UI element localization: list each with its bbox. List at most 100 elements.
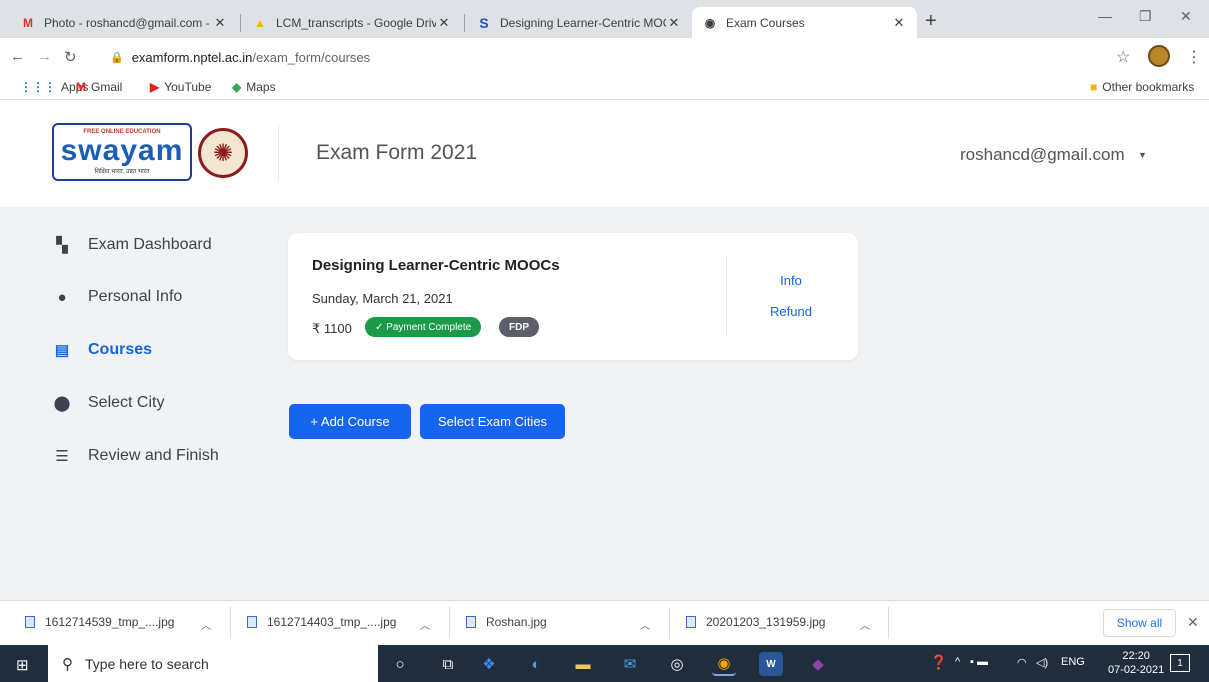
minimize-icon[interactable]: — bbox=[1098, 8, 1112, 24]
bookmark-label: Gmail bbox=[91, 80, 123, 94]
tray-apps-icon[interactable]: ▪ ▬ bbox=[970, 656, 988, 668]
google-drive-icon: ▲ bbox=[254, 15, 266, 30]
sidebar-item-label: Exam Dashboard bbox=[88, 236, 212, 253]
tab-exam-courses[interactable]: ◉ Exam Courses ✕ bbox=[692, 7, 917, 38]
app-icon[interactable]: ◎ bbox=[665, 652, 689, 676]
chevron-up-icon[interactable]: ︿ bbox=[860, 617, 870, 632]
download-filename: 1612714403_tmp_....jpg bbox=[267, 615, 397, 629]
task-view-icon[interactable]: ⧉ bbox=[436, 652, 460, 676]
other-bookmarks[interactable]: ■ Other bookmarks bbox=[1090, 80, 1194, 94]
caret-down-icon[interactable]: ▼ bbox=[1138, 150, 1147, 160]
sidebar-item-select-city[interactable]: ⬤ Select City bbox=[52, 393, 165, 413]
cortana-icon[interactable]: ○ bbox=[388, 652, 412, 676]
folder-icon: ■ bbox=[1090, 80, 1098, 94]
restore-icon[interactable]: ❐ bbox=[1139, 8, 1152, 25]
window-close-icon[interactable]: ✕ bbox=[1180, 8, 1192, 25]
refund-link[interactable]: Refund bbox=[751, 304, 831, 319]
edge-icon[interactable]: ◐ bbox=[524, 652, 548, 676]
bookmark-youtube[interactable]: ▶ YouTube bbox=[150, 80, 211, 94]
download-separator bbox=[669, 607, 670, 639]
menu-dots-icon[interactable]: ⋮ bbox=[1186, 47, 1202, 67]
list-icon: ☰ bbox=[55, 448, 69, 465]
word-icon[interactable]: W bbox=[759, 652, 783, 676]
close-icon[interactable]: ✕ bbox=[666, 15, 682, 31]
sidebar-item-courses[interactable]: ▤ Courses bbox=[52, 340, 152, 360]
tab-designing-moocs[interactable]: S Designing Learner-Centric MOOCs ✕ bbox=[466, 7, 692, 38]
close-icon[interactable]: ✕ bbox=[891, 15, 907, 31]
bookmarks-bar: ⋮⋮⋮ Apps M Gmail ▶ YouTube ◆ Maps ■ Othe… bbox=[0, 76, 1209, 100]
maps-icon: ◆ bbox=[232, 80, 242, 94]
taskbar-search-box[interactable]: ⚲ Type here to search bbox=[48, 645, 378, 682]
bookmark-label: Maps bbox=[246, 80, 276, 94]
address-bar[interactable]: 🔒 examform.nptel.ac.in/exam_form/courses bbox=[110, 44, 1130, 70]
paint-drop-icon[interactable]: ◆ bbox=[806, 652, 830, 676]
tab-title: Photo - roshancd@gmail.com - G bbox=[44, 15, 212, 30]
info-link[interactable]: Info bbox=[751, 273, 831, 288]
clock-time: 22:20 bbox=[1122, 650, 1150, 662]
swayam-logo[interactable]: FREE ONLINE EDUCATION swayam शिक्षित भार… bbox=[52, 123, 192, 181]
bookmark-label: Other bookmarks bbox=[1102, 80, 1195, 94]
tab-title: LCM_transcripts - Google Drive bbox=[276, 15, 436, 30]
image-file-icon bbox=[25, 616, 35, 628]
download-item[interactable]: 1612714539_tmp_....jpg bbox=[25, 615, 174, 629]
sidebar-item-label: Select City bbox=[88, 394, 165, 411]
course-name: Designing Learner-Centric MOOCs bbox=[312, 257, 560, 274]
download-item[interactable]: 20201203_131959.jpg bbox=[686, 615, 825, 629]
show-all-button[interactable]: Show all bbox=[1103, 609, 1176, 637]
bookmark-label: YouTube bbox=[164, 80, 212, 94]
bookmark-star-icon[interactable]: ☆ bbox=[1116, 47, 1130, 67]
new-tab-button[interactable]: + bbox=[925, 10, 937, 33]
sidebar-item-label: Personal Info bbox=[88, 288, 183, 305]
mail-icon[interactable]: ✉ bbox=[618, 652, 642, 676]
dashboard-icon: ▚ bbox=[56, 237, 68, 254]
download-separator bbox=[449, 607, 450, 639]
sidebar-item-personal-info[interactable]: ● Personal Info bbox=[52, 287, 182, 307]
forward-icon[interactable]: → bbox=[37, 48, 52, 65]
image-file-icon bbox=[466, 616, 476, 628]
file-explorer-icon[interactable]: ▬ bbox=[571, 652, 595, 676]
language-indicator[interactable]: ENG bbox=[1061, 656, 1085, 668]
download-item[interactable]: Roshan.jpg bbox=[466, 615, 547, 629]
windows-start-icon[interactable]: ⊞ bbox=[16, 656, 29, 674]
user-email[interactable]: roshancd@gmail.com bbox=[960, 145, 1125, 165]
dropbox-icon[interactable]: ❖ bbox=[477, 652, 501, 676]
chevron-up-icon[interactable]: ︿ bbox=[201, 617, 211, 632]
apps-grid-icon: ⋮⋮⋮ bbox=[20, 80, 56, 94]
tab-google-drive[interactable]: ▲ LCM_transcripts - Google Drive ✕ bbox=[242, 7, 462, 38]
wifi-icon[interactable]: ◠ bbox=[1017, 656, 1027, 669]
chrome-icon[interactable]: ◉ bbox=[712, 652, 736, 676]
notification-icon[interactable]: 1 bbox=[1170, 654, 1190, 672]
chevron-up-icon[interactable]: ︿ bbox=[640, 617, 650, 632]
chevron-up-icon[interactable]: ︿ bbox=[420, 617, 430, 632]
page-header: FREE ONLINE EDUCATION swayam शिक्षित भार… bbox=[0, 101, 1209, 207]
location-pin-icon: ⬤ bbox=[53, 395, 71, 412]
volume-icon[interactable]: ◁) bbox=[1036, 656, 1048, 669]
reload-icon[interactable]: ↻ bbox=[64, 48, 77, 66]
card-divider bbox=[726, 255, 727, 337]
emblem-icon: ✺ bbox=[198, 128, 248, 178]
course-card: Designing Learner-Centric MOOCs Sunday, … bbox=[288, 233, 858, 360]
sidebar-item-exam-dashboard[interactable]: ▚ Exam Dashboard bbox=[52, 235, 212, 255]
tab-gmail[interactable]: M Photo - roshancd@gmail.com - G ✕ bbox=[10, 7, 238, 38]
bookmark-gmail[interactable]: M Gmail bbox=[76, 80, 122, 94]
profile-avatar[interactable] bbox=[1148, 45, 1170, 67]
close-icon[interactable]: ✕ bbox=[1187, 614, 1199, 631]
course-fee: ₹ 1100 bbox=[312, 321, 352, 336]
sidebar-item-review-finish[interactable]: ☰ Review and Finish bbox=[52, 446, 218, 466]
download-separator bbox=[888, 607, 889, 639]
bookmark-maps[interactable]: ◆ Maps bbox=[232, 80, 276, 94]
clock-date: 07-02-2021 bbox=[1108, 664, 1165, 676]
globe-icon: ◉ bbox=[704, 15, 716, 30]
back-icon[interactable]: ← bbox=[10, 48, 25, 65]
url-domain: examform.nptel.ac.in bbox=[131, 49, 253, 65]
system-clock[interactable]: 22:20 07-02-2021 bbox=[1108, 649, 1164, 677]
download-item[interactable]: 1612714403_tmp_....jpg bbox=[247, 615, 396, 629]
payment-status-badge: ✓ Payment Complete bbox=[365, 317, 482, 337]
select-exam-cities-button[interactable]: Select Exam Cities bbox=[420, 404, 565, 439]
close-icon[interactable]: ✕ bbox=[212, 15, 228, 31]
chevron-up-icon[interactable]: ^ bbox=[955, 656, 960, 668]
close-icon[interactable]: ✕ bbox=[436, 15, 452, 31]
add-course-button[interactable]: + Add Course bbox=[289, 404, 411, 439]
help-icon[interactable]: ❓ bbox=[930, 654, 947, 671]
gmail-icon: M bbox=[76, 80, 86, 94]
